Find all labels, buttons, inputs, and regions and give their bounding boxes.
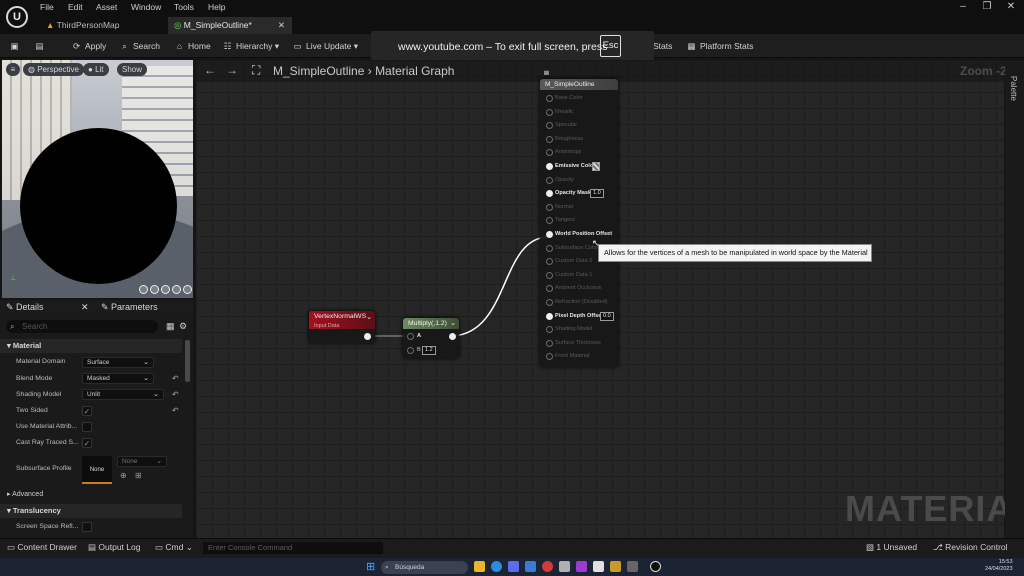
multiply-pin-a-label: A (417, 333, 422, 339)
content-drawer-icon: ▭ (7, 542, 18, 552)
chrome-icon[interactable] (542, 561, 553, 572)
result-input-pin[interactable] (546, 203, 553, 211)
multiply-input-a-pin[interactable] (407, 333, 414, 340)
result-input-pin[interactable] (546, 312, 553, 320)
edge-browser-icon[interactable] (491, 561, 502, 572)
result-input-pin[interactable] (546, 163, 553, 170)
result-pin-value-input[interactable]: 1.0 (590, 189, 604, 199)
result-pin-label: Surface Thickness (555, 339, 601, 346)
app-icon[interactable] (559, 561, 570, 572)
result-pin-label: Opacity (555, 176, 574, 183)
result-input-pin[interactable] (546, 135, 553, 143)
taskbar-search[interactable]: ⌕ Búsqueda (381, 561, 468, 574)
result-input-pin[interactable] (546, 108, 553, 116)
unsaved-button[interactable]: ▧ 1 Unsaved (866, 542, 917, 553)
result-node-handle-icon: ▀ (544, 72, 549, 79)
result-pin-label: Refraction (Disabled) (555, 299, 608, 305)
unsaved-label: 1 Unsaved (876, 542, 918, 552)
result-pin-label: Front Material (555, 353, 590, 360)
multiply-title-text: Multiply(,1.2) (408, 320, 447, 327)
console-input[interactable]: Enter Console Command (203, 542, 383, 554)
search-icon: ⌕ (385, 564, 389, 571)
vertex-normal-subtitle: Input Data (314, 323, 340, 329)
multiply-b-value-input[interactable]: 1.2 (422, 346, 436, 355)
vertex-normal-title: VertexNormalWS Input Data (309, 311, 375, 329)
clock-date: 24/04/2023 (985, 566, 1013, 572)
result-title: M_SimpleOutline (540, 79, 618, 90)
mouse-cursor-icon: ↖ (592, 238, 600, 248)
result-pin-value-input[interactable]: 0.0 (600, 311, 614, 321)
cmd-label: Cmd (165, 542, 184, 552)
windows-start-icon[interactable]: ⊞ (366, 560, 375, 573)
wire-multiply-to-wpo (452, 236, 549, 337)
result-input-pin[interactable] (546, 95, 553, 102)
app-icon[interactable] (593, 561, 604, 572)
node-collapse-icon[interactable]: ⌄ (450, 319, 456, 327)
unsaved-icon: ▧ (866, 542, 877, 552)
result-input-pin[interactable] (546, 244, 553, 252)
multiply-node[interactable]: Multiply(,1.2) ⌄ A B 1.2 (403, 318, 459, 358)
graph-wires (370, 236, 549, 337)
vertex-normal-node[interactable]: VertexNormalWS Input Data ⌄ (309, 311, 375, 343)
result-pin-label: Shading Model (555, 326, 593, 333)
multiply-input-b-pin[interactable] (407, 347, 414, 354)
discord-icon[interactable] (508, 561, 519, 572)
result-input-pin[interactable] (546, 299, 553, 306)
app-icon[interactable] (576, 561, 587, 572)
result-input-pin[interactable] (546, 339, 553, 347)
result-pin-label: Ambient Occlusion (555, 285, 602, 292)
result-pin-label: Emissive Color (555, 163, 596, 169)
pin-tooltip: Allows for the vertices of a mesh to be … (598, 244, 872, 262)
console-placeholder: Enter Console Command (208, 543, 293, 552)
cmd-icon: ▭ (155, 542, 166, 552)
node-collapse-icon[interactable]: ⌄ (366, 313, 372, 321)
result-pin-label: Metallic (555, 108, 574, 115)
result-pin-label: Custom Data 0 (555, 258, 593, 265)
result-input-pin[interactable] (546, 149, 553, 157)
unreal-taskbar-icon[interactable] (650, 561, 661, 572)
result-pin-label: Anisotropy (555, 149, 582, 156)
result-pin-label: Base Color (555, 95, 583, 101)
result-pin-label: Normal (555, 203, 574, 210)
multiply-pin-b-label: B (417, 347, 421, 353)
result-pin-label: Tangent (555, 217, 575, 224)
result-pin-label: Opacity Mask (555, 190, 592, 197)
result-input-pin[interactable] (546, 217, 553, 225)
cmd-dropdown[interactable]: ▭ Cmd ⌄ (155, 542, 193, 553)
content-drawer-button[interactable]: ▭ Content Drawer (7, 542, 77, 553)
result-input-pin[interactable] (546, 271, 553, 279)
app-icon[interactable] (627, 561, 638, 572)
result-pin-label: Roughness (555, 135, 584, 142)
result-input-pin[interactable] (546, 285, 553, 293)
taskbar-search-label: Búsqueda (395, 564, 425, 571)
output-log-label: Output Log (98, 542, 141, 552)
result-pin-label: Specular (555, 122, 578, 129)
result-pin-label: Custom Data 1 (555, 271, 593, 278)
file-explorer-icon[interactable] (474, 561, 485, 572)
result-pin-label: Pixel Depth Offset (555, 312, 604, 319)
result-input-pin[interactable] (546, 353, 553, 361)
emissive-color-swatch[interactable] (592, 162, 600, 171)
result-input-pin[interactable] (546, 326, 553, 334)
result-title-text: M_SimpleOutline (545, 81, 595, 88)
revision-control-label: Revision Control (945, 542, 1008, 552)
result-input-pin[interactable] (546, 190, 553, 198)
result-input-pin[interactable] (546, 231, 553, 238)
result-input-pin[interactable] (546, 258, 553, 266)
result-pin-label: World Position Offset (555, 231, 613, 237)
taskbar-clock: 15:53 24/04/2023 (985, 559, 1013, 573)
revision-control-icon: ⎇ (933, 542, 946, 552)
output-log-icon: ▤ (88, 542, 99, 552)
result-input-pin[interactable] (546, 122, 553, 130)
result-input-pin[interactable] (546, 176, 553, 184)
multiply-output-pin[interactable] (449, 333, 456, 340)
clock-time: 15:53 (998, 559, 1013, 565)
store-icon[interactable] (525, 561, 536, 572)
app-icon[interactable] (610, 561, 621, 572)
output-log-button[interactable]: ▤ Output Log (88, 542, 140, 553)
revision-control-button[interactable]: ⎇ Revision Control (933, 542, 1008, 553)
material-result-node[interactable]: M_SimpleOutline Base Color Metallic Specul… (540, 79, 618, 367)
content-drawer-label: Content Drawer (17, 542, 77, 552)
vertex-normal-output-pin[interactable] (364, 333, 371, 340)
